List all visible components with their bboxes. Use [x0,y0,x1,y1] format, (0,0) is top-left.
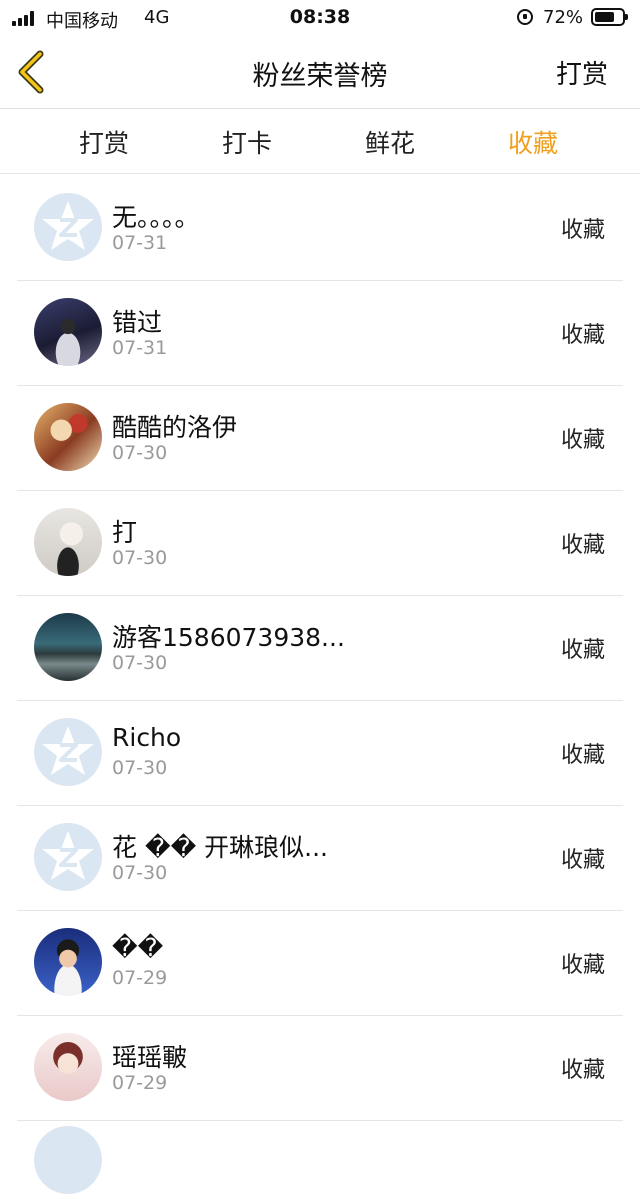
fan-name: 错过 [112,308,163,337]
tab-favorites[interactable]: 收藏 [473,124,593,160]
star-logo-icon [42,726,94,775]
favorite-action[interactable]: 收藏 [561,842,605,874]
fan-date: 07-30 [112,547,168,569]
reward-button[interactable]: 打赏 [556,54,608,91]
favorite-action[interactable]: 收藏 [561,632,605,664]
tab-checkin[interactable]: 打卡 [187,124,307,160]
favorite-action[interactable]: 收藏 [561,1052,605,1084]
list-item[interactable]: �� 07-29 收藏 [17,911,623,1016]
list-item[interactable]: Richo 07-30 收藏 [17,701,623,806]
fan-name: 无。。。。 [112,203,200,232]
default-avatar-icon [34,718,102,786]
tab-bar: 打赏 打卡 鲜花 收藏 [0,109,640,174]
list-item[interactable]: 无。。。。 07-31 收藏 [17,176,623,281]
avatar [34,508,102,576]
fan-date: 07-30 [112,652,168,674]
fan-name: 花 �� 开琳琅似... [112,833,329,862]
list-item[interactable]: 酷酷的洛伊 07-30 收藏 [17,386,623,491]
list-item[interactable]: 打 07-30 收藏 [17,491,623,596]
fan-name: 游客1586073938... [112,623,345,652]
tab-reward[interactable]: 打赏 [44,124,164,160]
list-item[interactable]: 瑶瑶皸 07-29 收藏 [17,1016,623,1121]
fan-date: 07-31 [112,337,168,359]
page-title: 粉丝荣誉榜 [252,61,388,92]
fan-name: 瑶瑶皸 [112,1043,188,1072]
avatar [34,613,102,681]
navigation-bar: 粉丝荣誉榜 打赏 [0,36,640,109]
tab-flowers[interactable]: 鲜花 [330,124,450,160]
favorite-action[interactable]: 收藏 [561,317,605,349]
status-bar: 中国移动 4G 08:38 72% [0,0,640,36]
fan-date: 07-30 [112,442,168,464]
avatar [34,1126,102,1194]
favorite-action[interactable]: 收藏 [561,212,605,244]
avatar [34,403,102,471]
battery-icon [591,8,628,26]
fan-name: �� [112,933,164,962]
fan-name: 酷酷的洛伊 [112,413,238,442]
favorite-action[interactable]: 收藏 [561,422,605,454]
default-avatar-icon [34,823,102,891]
favorite-action[interactable]: 收藏 [561,737,605,769]
battery-percent: 72% [543,7,584,28]
fan-date: 07-30 [112,862,168,884]
favorite-action[interactable]: 收藏 [561,947,605,979]
fan-name: Richo [112,723,182,752]
list-item[interactable]: 错过 07-31 收藏 [17,281,623,386]
avatar [34,298,102,366]
fan-date: 07-29 [112,1072,168,1094]
fan-list: 无。。。。 07-31 收藏 错过 07-31 收藏 酷酷的洛伊 07-30 收藏打 07-30 收… [0,176,640,1121]
fan-date: 07-30 [112,757,168,779]
fan-date: 07-31 [112,232,168,254]
default-avatar-icon [34,193,102,261]
list-item-partial [17,1118,623,1194]
avatar [34,928,102,996]
list-item[interactable]: 花 �� 开琳琅似... 07-30 收藏 [17,806,623,911]
avatar [34,1033,102,1101]
star-logo-icon [42,831,94,880]
list-item[interactable]: 游客1586073938... 07-30 收藏 [17,596,623,701]
fan-date: 07-29 [112,967,168,989]
fan-name: 打 [112,518,138,547]
star-logo-icon [42,201,94,250]
favorite-action[interactable]: 收藏 [561,527,605,559]
rotation-lock-icon [517,9,533,25]
